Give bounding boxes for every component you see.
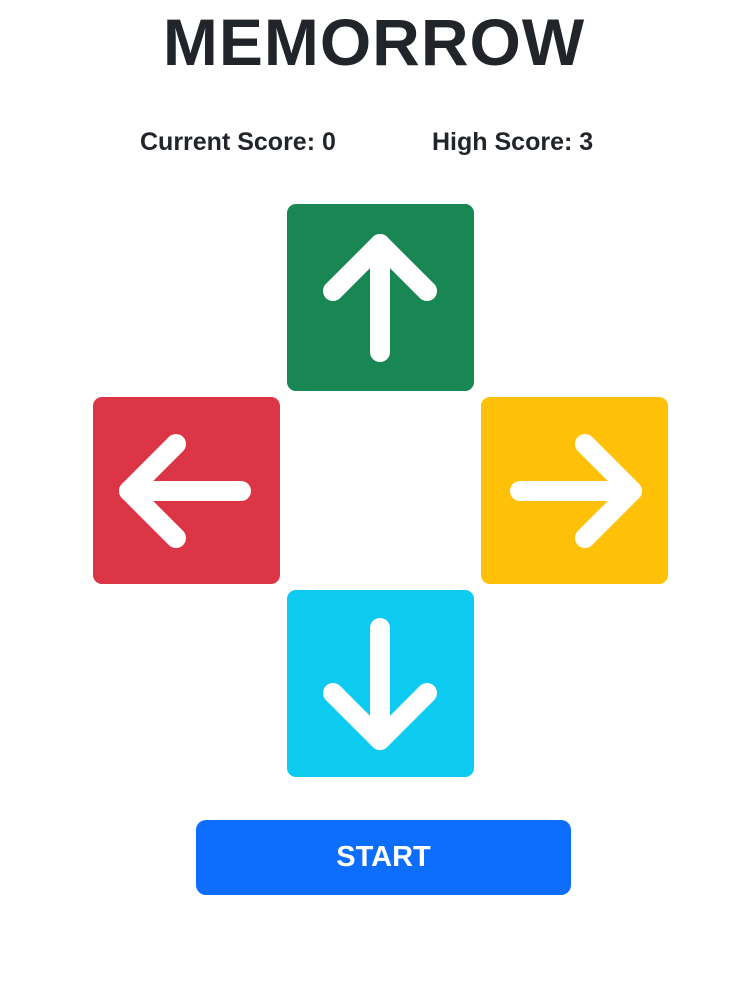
arrow-right-icon <box>510 434 642 548</box>
high-score: High Score: 3 <box>432 128 594 156</box>
game-title: MEMORROW <box>162 5 586 79</box>
arrow-up-icon <box>323 234 437 362</box>
current-score: Current Score: 0 <box>140 128 336 156</box>
arrow-left-button[interactable] <box>93 397 280 584</box>
arrow-left-icon <box>119 434 251 548</box>
arrow-down-icon <box>323 618 437 750</box>
arrow-up-button[interactable] <box>287 204 474 391</box>
arrow-down-button[interactable] <box>287 590 474 777</box>
arrow-right-button[interactable] <box>481 397 668 584</box>
start-button[interactable]: START <box>196 820 571 895</box>
